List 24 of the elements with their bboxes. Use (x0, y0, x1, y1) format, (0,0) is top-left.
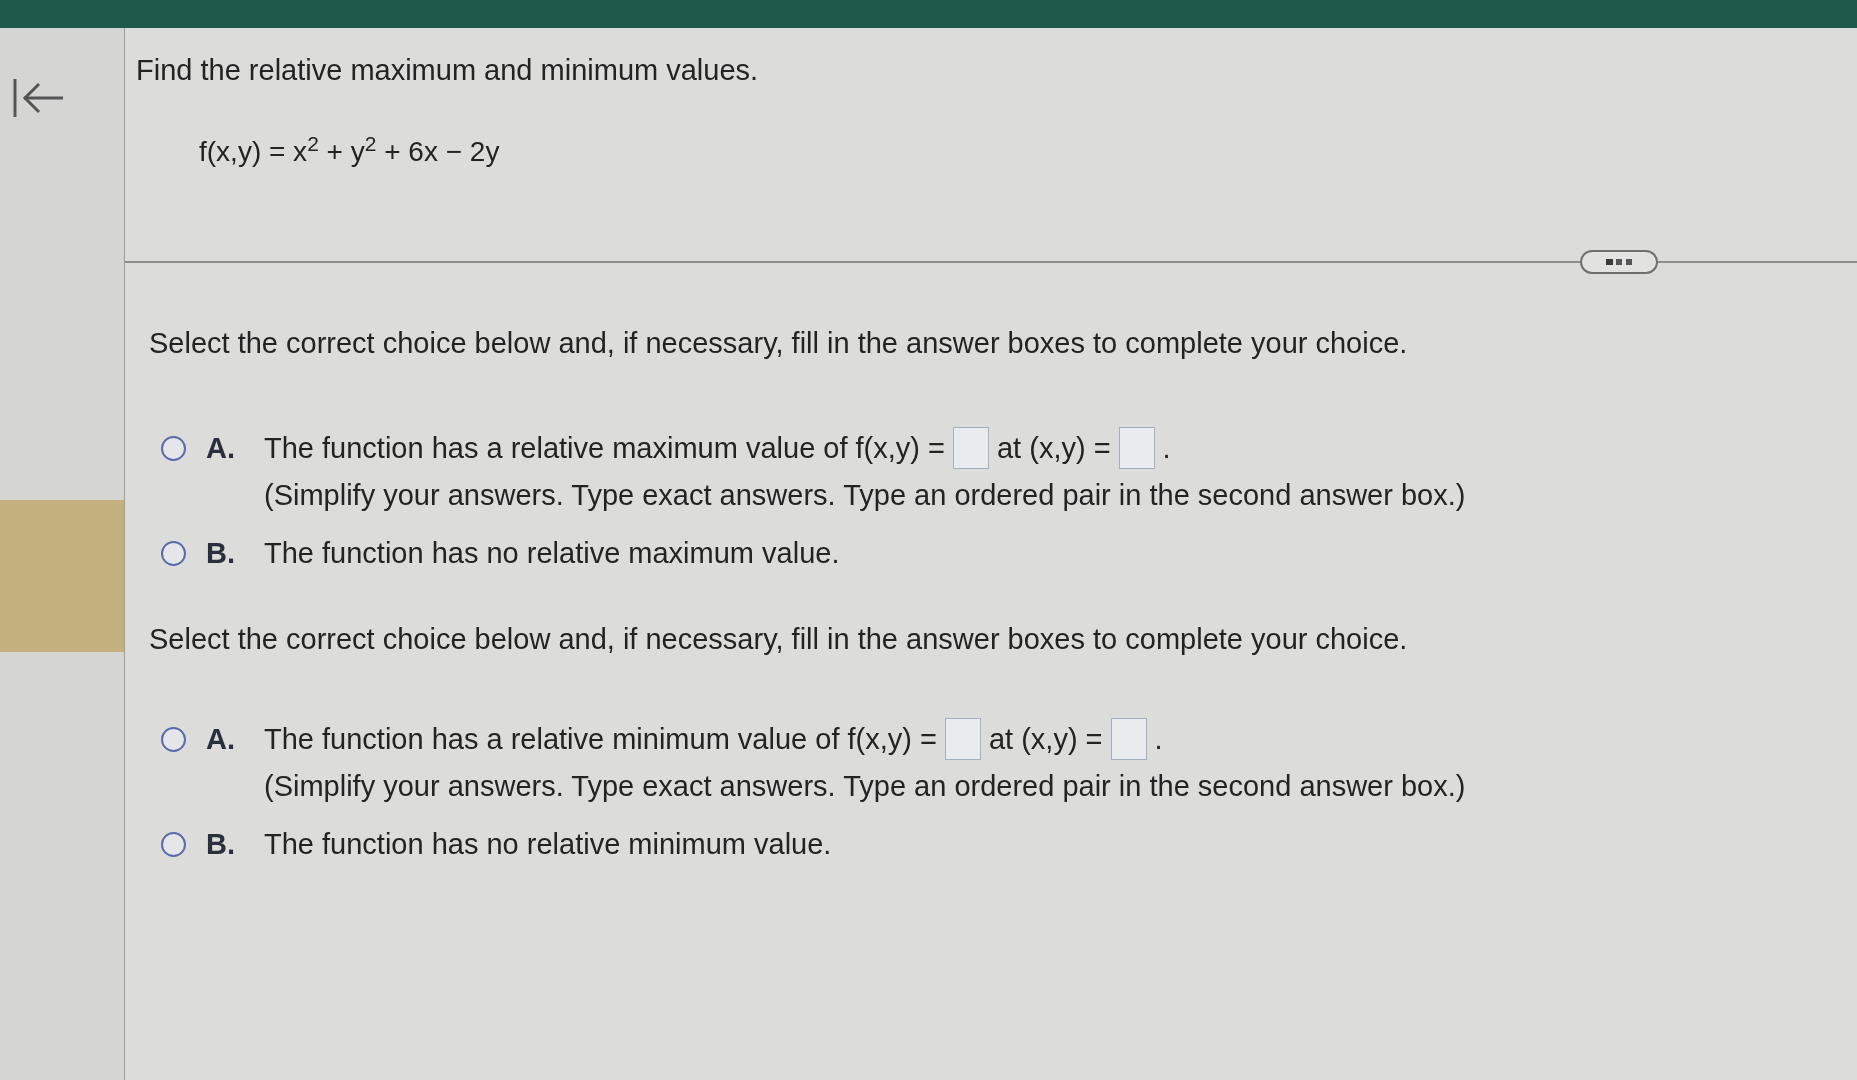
choice-letter: B. (206, 536, 236, 571)
more-button[interactable] (1580, 250, 1658, 274)
choice-text: The function has no relative minimum value. (264, 827, 832, 862)
choice-text: The function has no relative maximum value. (264, 536, 840, 571)
more-icon (1606, 259, 1632, 265)
choice-letter: A. (206, 722, 236, 757)
choice-text: . (1162, 431, 1171, 466)
function-formula: f(x,y) = x$^{2}$ + y$^{2}$ + 6x − 2y (199, 134, 500, 169)
radio-button[interactable] (161, 727, 186, 752)
hint-text: (Simplify your answers. Type exact answers. Type an ordered pair in the second answer box.) (264, 478, 1466, 513)
radio-button[interactable] (161, 832, 186, 857)
radio-button[interactable] (161, 436, 186, 461)
choice-letter: A. (206, 431, 236, 466)
choice-text: . (1154, 722, 1163, 757)
prompt-text: Select the correct choice below and, if necessary, fill in the answer boxes to complete your choice. (149, 326, 1408, 361)
prompt-text: Select the correct choice below and, if necessary, fill in the answer boxes to complete your choice. (149, 622, 1408, 657)
hint-text: (Simplify your answers. Type exact answers. Type an ordered pair in the second answer box.) (264, 769, 1466, 804)
choice-letter: B. (206, 827, 236, 862)
choice-text: The function has a relative minimum value of f(x,y) = (264, 722, 937, 757)
instruction-text: Find the relative maximum and minimum values. (136, 53, 759, 88)
choice-text: at (x,y) = (997, 431, 1111, 466)
radio-button[interactable] (161, 541, 186, 566)
choice-text: at (x,y) = (988, 722, 1103, 757)
choice-text: The function has a relative maximum value of f(x,y) = (264, 431, 945, 466)
